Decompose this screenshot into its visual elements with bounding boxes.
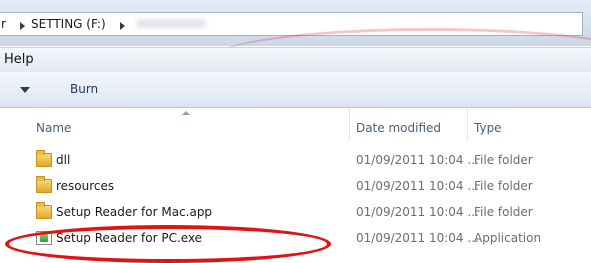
highlight-circle xyxy=(5,225,331,263)
breadcrumb-drive[interactable]: SETTING (F:) xyxy=(31,17,106,31)
file-type: File folder xyxy=(474,179,533,193)
command-bar: Burn xyxy=(0,72,591,108)
file-row[interactable]: resources 01/09/2011 10:04 ... File fold… xyxy=(0,175,591,199)
file-type: Application xyxy=(474,231,542,245)
file-date: 01/09/2011 10:04 ... xyxy=(356,205,479,219)
menu-bar: Help xyxy=(0,47,591,73)
file-type: File folder xyxy=(474,205,533,219)
address-bar: r SETTING (F:) xyxy=(0,0,591,46)
file-date: 01/09/2011 10:04 ... xyxy=(356,179,479,193)
file-name[interactable]: Setup Reader for Mac.app xyxy=(56,205,212,219)
breadcrumb-prefix: r xyxy=(1,17,6,31)
organize-dropdown-icon[interactable] xyxy=(20,87,30,93)
breadcrumb-arrow-icon[interactable] xyxy=(20,22,25,30)
file-row[interactable]: dll 01/09/2011 10:04 ... File folder xyxy=(0,149,591,173)
file-row[interactable]: Setup Reader for Mac.app 01/09/2011 10:0… xyxy=(0,201,591,225)
breadcrumb-arrow-icon[interactable] xyxy=(120,22,125,30)
menu-item-help[interactable]: Help xyxy=(4,52,34,67)
file-date: 01/09/2011 10:04 ... xyxy=(356,231,479,245)
column-divider[interactable] xyxy=(349,108,350,141)
burn-button[interactable]: Burn xyxy=(70,82,98,96)
folder-icon xyxy=(36,176,52,193)
column-header-row: Name Date modified Type xyxy=(0,108,591,141)
file-type: File folder xyxy=(474,153,533,167)
file-name[interactable]: resources xyxy=(56,179,114,193)
folder-icon xyxy=(36,150,52,167)
folder-icon xyxy=(36,202,52,219)
column-header-type[interactable]: Type xyxy=(474,121,502,135)
sort-ascending-icon xyxy=(182,111,190,115)
file-name[interactable]: dll xyxy=(56,153,70,167)
column-header-date[interactable]: Date modified xyxy=(356,121,441,135)
file-date: 01/09/2011 10:04 ... xyxy=(356,153,479,167)
blurred-breadcrumb xyxy=(136,19,206,28)
column-divider[interactable] xyxy=(467,108,468,141)
column-header-name[interactable]: Name xyxy=(36,121,71,135)
